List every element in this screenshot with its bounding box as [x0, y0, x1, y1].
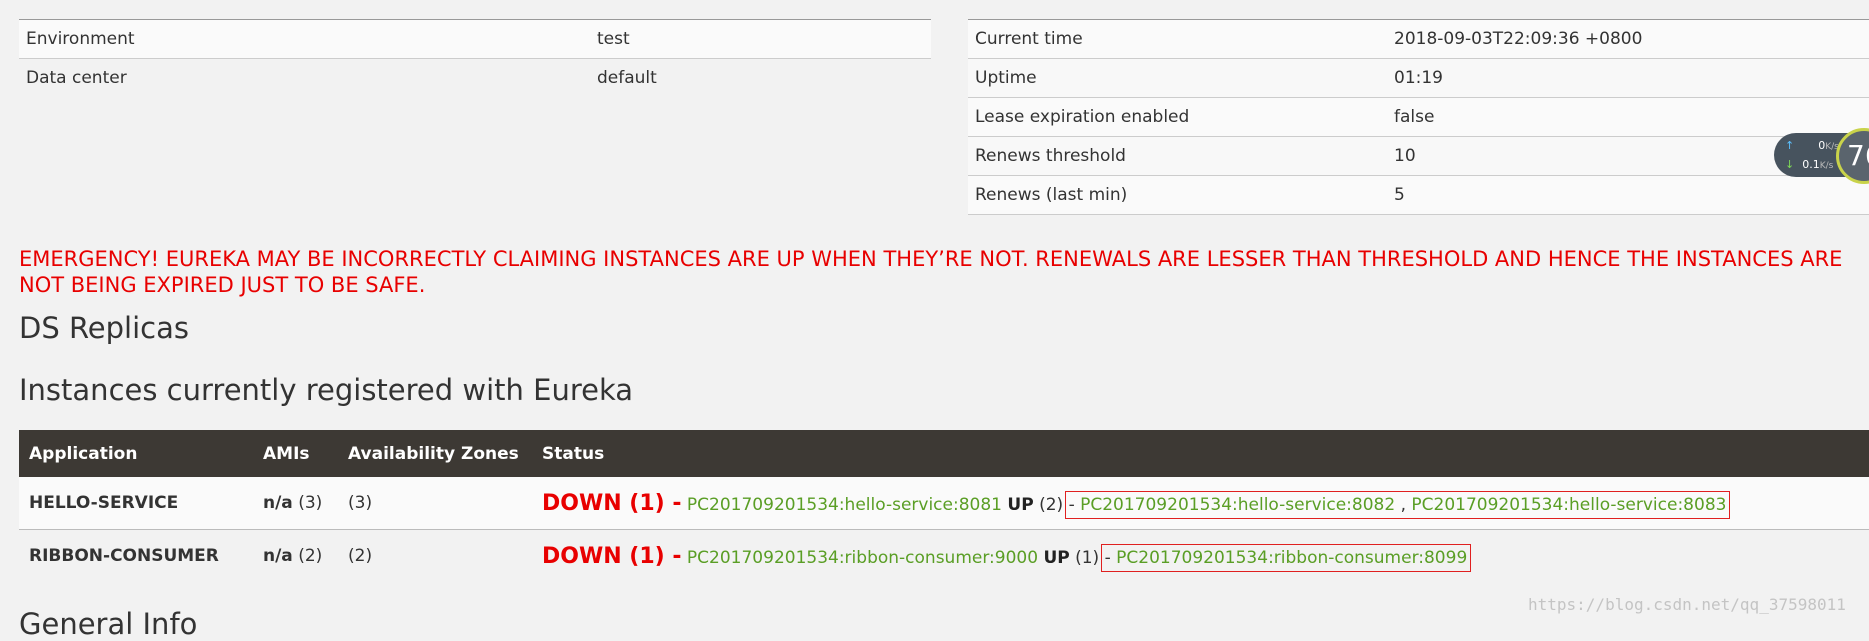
up-status: UP	[1007, 494, 1034, 515]
env-label: Environment	[19, 19, 590, 59]
status-value: 5	[1387, 175, 1869, 215]
status-cell: DOWN (1) - PC201709201534:ribbon-consume…	[532, 529, 1869, 582]
table-row: HELLO-SERVICE n/a (3) (3) DOWN (1) - PC2…	[19, 477, 1869, 530]
zones-cell: (2)	[338, 529, 532, 582]
env-value: test	[590, 19, 931, 59]
instance-link[interactable]: PC201709201534:hello-service:8082	[1080, 495, 1395, 515]
amis-cell: n/a (3)	[253, 477, 338, 530]
table-row: Renews (last min) 5	[968, 175, 1869, 215]
environment-table: Environment test Data center default	[19, 19, 931, 97]
highlight-box: - PC201709201534:hello-service:8082 , PC…	[1064, 490, 1731, 519]
ds-replicas-title: DS Replicas	[19, 311, 189, 345]
column-header-status: Status	[532, 430, 1869, 477]
instance-link[interactable]: PC201709201534:ribbon-consumer:8099	[1116, 548, 1467, 568]
down-status: DOWN (1) -	[542, 490, 682, 516]
column-header-application: Application	[19, 430, 253, 477]
status-label: Uptime	[968, 58, 1387, 98]
table-row: Environment test	[19, 19, 931, 59]
table-header-row: Application AMIs Availability Zones Stat…	[19, 430, 1869, 477]
application-name: RIBBON-CONSUMER	[19, 529, 253, 582]
instance-link[interactable]: PC201709201534:hello-service:8081	[687, 495, 1002, 515]
emergency-warning: EMERGENCY! EUREKA MAY BE INCORRECTLY CLA…	[19, 247, 1843, 297]
table-row: RIBBON-CONSUMER n/a (2) (2) DOWN (1) - P…	[19, 529, 1869, 582]
instances-title: Instances currently registered with Eure…	[19, 373, 634, 407]
status-value: 2018-09-03T22:09:36 +0800	[1387, 19, 1869, 59]
env-label: Data center	[26, 68, 127, 88]
arrow-down-icon: ↓	[1785, 158, 1795, 171]
status-label: Current time	[968, 19, 1387, 59]
status-value: 01:19	[1387, 58, 1869, 98]
general-info-title: General Info	[19, 607, 198, 641]
application-name: HELLO-SERVICE	[19, 477, 253, 530]
instances-table: Application AMIs Availability Zones Stat…	[19, 430, 1869, 582]
table-row: Renews threshold 10	[968, 136, 1869, 176]
env-value: default	[597, 68, 657, 88]
instance-link[interactable]: PC201709201534:hello-service:8083	[1411, 495, 1726, 515]
zones-cell: (3)	[338, 477, 532, 530]
up-count: (1)	[1075, 547, 1100, 568]
instance-link[interactable]: PC201709201534:ribbon-consumer:9000	[687, 548, 1038, 568]
status-cell: DOWN (1) - PC201709201534:hello-service:…	[532, 477, 1869, 530]
status-table: Current time 2018-09-03T22:09:36 +0800 U…	[968, 19, 1869, 215]
column-header-zones: Availability Zones	[338, 430, 532, 477]
table-row: Lease expiration enabled false	[968, 97, 1869, 137]
column-header-amis: AMIs	[253, 430, 338, 477]
status-value: false	[1387, 97, 1869, 137]
down-status: DOWN (1) -	[542, 543, 682, 569]
arrow-up-icon: ↑	[1785, 139, 1795, 152]
status-label: Renews (last min)	[968, 175, 1387, 215]
up-status: UP	[1043, 547, 1070, 568]
status-label: Renews threshold	[968, 136, 1387, 176]
status-label: Lease expiration enabled	[968, 97, 1387, 137]
amis-cell: n/a (2)	[253, 529, 338, 582]
watermark: https://blog.csdn.net/qq_37598011	[1528, 595, 1846, 614]
highlight-box: - PC201709201534:ribbon-consumer:8099	[1100, 543, 1472, 572]
up-count: (2)	[1039, 494, 1064, 515]
download-speed: ↓ 0.1K/s	[1785, 158, 1834, 171]
table-row: Uptime 01:19	[968, 58, 1869, 98]
table-row: Data center default	[19, 59, 931, 98]
table-row: Current time 2018-09-03T22:09:36 +0800	[968, 19, 1869, 59]
upload-speed: ↑ 0K/s	[1785, 139, 1839, 152]
